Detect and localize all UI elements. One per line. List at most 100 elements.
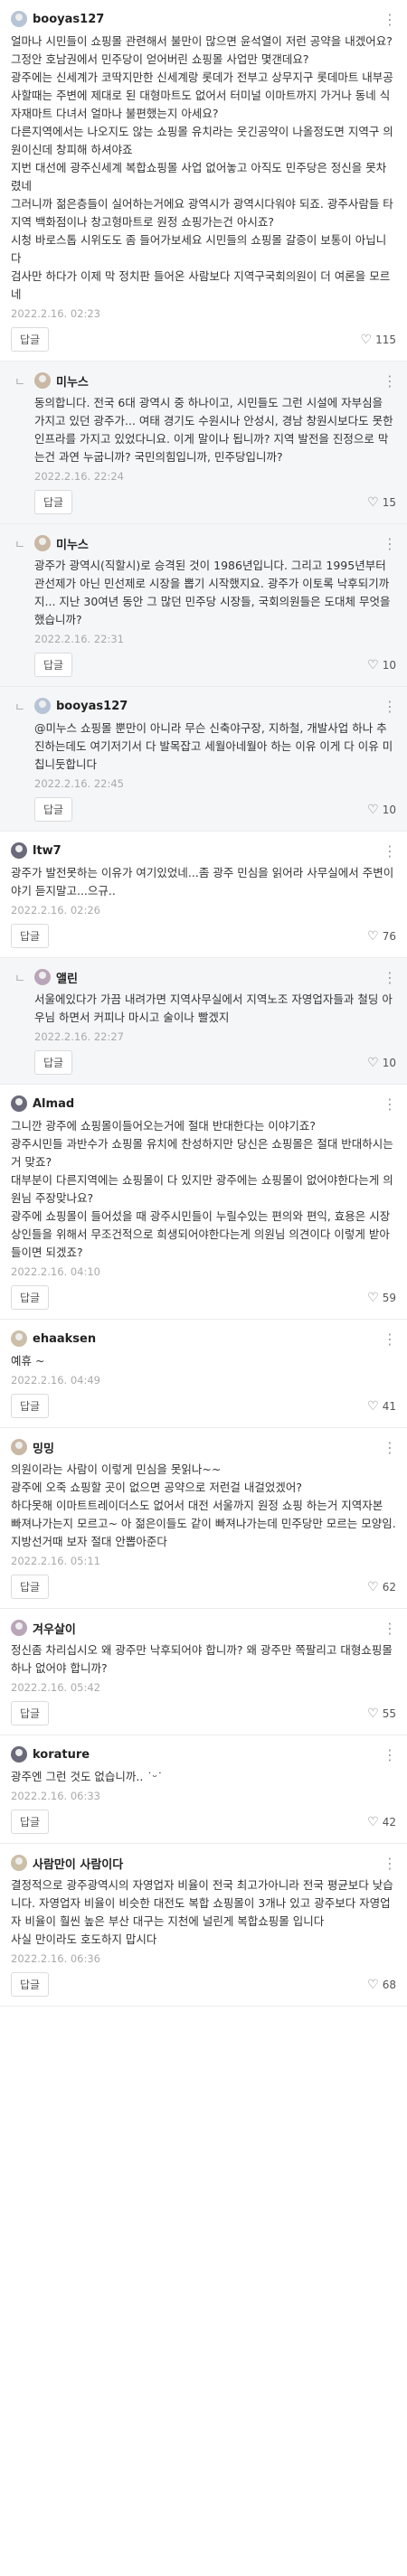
comment-text: 정신좀 차리십시오 왜 광주만 낙후되어야 합니까? 왜 광주만 쪽팔리고 대형…: [11, 1643, 396, 1675]
heart-icon: ♡: [367, 928, 379, 944]
reply-button[interactable]: 답글: [34, 490, 73, 514]
comment-date: 2022.2.16. 04:49: [11, 1374, 100, 1387]
comment-text: 얼마나 시민들이 쇼핑몰 관련해서 불만이 많으면 윤석열이 저런 공약을 내겠…: [11, 34, 393, 301]
more-options-icon[interactable]: ⋮: [378, 535, 397, 552]
comment-header: 미누스 ⋮: [34, 533, 397, 553]
more-options-icon[interactable]: ⋮: [378, 969, 397, 986]
comment-header: ehaaksen ⋮: [11, 1329, 397, 1349]
like-count: 62: [382, 1580, 396, 1594]
heart-icon: ♡: [367, 1814, 379, 1829]
avatar[interactable]: [11, 1095, 27, 1112]
avatar[interactable]: [11, 11, 27, 27]
more-options-icon[interactable]: ⋮: [378, 1439, 397, 1456]
comment-date: 2022.2.16. 06:36: [11, 1952, 100, 1965]
comment-footer: 답글 ♡ 10: [34, 653, 396, 677]
like-count: 76: [382, 929, 396, 943]
avatar[interactable]: [11, 1330, 27, 1347]
comment-footer: 답글 ♡ 62: [11, 1575, 396, 1599]
like-count: 59: [382, 1291, 396, 1304]
reply-button[interactable]: 답글: [11, 1285, 50, 1310]
like-count: 10: [382, 658, 396, 672]
like-button[interactable]: ♡ 15: [367, 495, 396, 510]
avatar[interactable]: [34, 372, 51, 389]
comment-date: 2022.2.16. 05:42: [11, 1681, 100, 1694]
comment-text: 의원이라는 사람이 이렇게 민심을 못읽나~~ 광주에 오죽 쇼핑할 곳이 없으…: [11, 1462, 396, 1548]
comment-footer: 답글 ♡ 41: [11, 1394, 396, 1418]
like-button[interactable]: ♡ 41: [367, 1399, 396, 1414]
author-nickname[interactable]: ehaaksen: [33, 1332, 378, 1346]
like-button[interactable]: ♡ 42: [367, 1815, 396, 1829]
like-button[interactable]: ♡ 76: [367, 929, 396, 944]
more-options-icon[interactable]: ⋮: [378, 1330, 397, 1348]
comment-date: 2022.2.16. 02:26: [11, 904, 100, 917]
reply-button[interactable]: 답글: [34, 797, 73, 822]
comment-date: 2022.2.16. 22:24: [34, 470, 124, 483]
reply-button[interactable]: 답글: [11, 924, 50, 948]
more-options-icon[interactable]: ⋮: [378, 1095, 397, 1113]
like-count: 10: [382, 803, 396, 816]
comment-footer: 답글 ♡ 55: [11, 1701, 396, 1725]
author-nickname[interactable]: 앨린: [56, 969, 378, 986]
avatar[interactable]: [34, 535, 51, 551]
reply-button[interactable]: 답글: [34, 1050, 73, 1075]
comment-header: 겨우살이 ⋮: [11, 1618, 397, 1638]
reply-button[interactable]: 답글: [11, 1394, 50, 1418]
reply-button[interactable]: 답글: [34, 653, 73, 677]
comment-footer: 답글 ♡ 76: [11, 924, 396, 948]
author-nickname[interactable]: booyas127: [33, 13, 378, 26]
comment-date: 2022.2.16. 06:33: [11, 1790, 100, 1802]
avatar[interactable]: [34, 969, 51, 985]
author-nickname[interactable]: 미누스: [56, 535, 378, 552]
reply-button[interactable]: 답글: [11, 1810, 50, 1834]
comment-header: Almad ⋮: [11, 1094, 397, 1114]
comment-text: 서울에있다가 가끔 내려가면 지역사무실에서 지역노조 자영업자들과 철딩 아우…: [34, 992, 393, 1024]
author-nickname[interactable]: ltw7: [33, 844, 378, 858]
more-options-icon[interactable]: ⋮: [378, 842, 397, 860]
more-options-icon[interactable]: ⋮: [378, 1855, 397, 1872]
avatar[interactable]: [11, 1855, 27, 1871]
comment-text: 동의합니다. 전국 6대 광역시 중 하나이고, 시민들도 그런 시설에 자부심…: [34, 396, 397, 464]
reply-button[interactable]: 답글: [11, 327, 50, 352]
comment-header: 사람만이 사람이다 ⋮: [11, 1853, 397, 1873]
avatar[interactable]: [11, 1439, 27, 1455]
heart-icon: ♡: [360, 332, 373, 347]
author-nickname[interactable]: korature: [33, 1748, 378, 1762]
like-button[interactable]: ♡ 115: [361, 333, 396, 347]
more-options-icon[interactable]: ⋮: [378, 11, 397, 28]
comment-footer: 답글 ♡ 15: [34, 490, 396, 514]
like-button[interactable]: ♡ 10: [367, 1056, 396, 1070]
like-count: 15: [382, 495, 396, 509]
author-nickname[interactable]: 사람만이 사람이다: [33, 1855, 378, 1872]
author-nickname[interactable]: Almad: [33, 1097, 378, 1111]
comment-footer: 답글 ♡ 10: [34, 797, 396, 822]
more-options-icon[interactable]: ⋮: [378, 1746, 397, 1763]
like-button[interactable]: ♡ 59: [367, 1291, 396, 1305]
comment-date: 2022.2.16. 05:11: [11, 1555, 100, 1567]
comment-text: 광주엔 그런 것도 없습니까.. ˙ᵕ˙: [11, 1770, 164, 1783]
like-button[interactable]: ♡ 68: [367, 1978, 396, 1992]
reply-button[interactable]: 답글: [11, 1972, 50, 1997]
more-options-icon[interactable]: ⋮: [378, 698, 397, 715]
author-nickname[interactable]: 밍밍: [33, 1439, 378, 1456]
author-nickname[interactable]: booyas127: [56, 700, 378, 713]
reply-button[interactable]: 답글: [11, 1701, 50, 1725]
comment-text: 광주가 광역시(직할시)로 승격된 것이 1986년입니다. 그리고 1995년…: [34, 559, 394, 626]
author-nickname[interactable]: 겨우살이: [33, 1620, 378, 1637]
like-button[interactable]: ♡ 10: [367, 658, 396, 672]
heart-icon: ♡: [367, 657, 379, 672]
like-button[interactable]: ♡ 55: [367, 1706, 396, 1721]
avatar[interactable]: [11, 1746, 27, 1763]
author-nickname[interactable]: 미누스: [56, 372, 378, 390]
like-button[interactable]: ♡ 62: [367, 1580, 396, 1594]
comment-text: 광주가 발전못하는 이유가 여기있었네...좀 광주 민심을 읽어라 사무실에서…: [11, 866, 394, 898]
comment-item: korature ⋮ 광주엔 그런 것도 없습니까.. ˙ᵕ˙ 2022.2.1…: [0, 1735, 407, 1844]
reply-button[interactable]: 답글: [11, 1575, 50, 1599]
reply-comment-item: 미누스 ⋮ 광주가 광역시(직할시)로 승격된 것이 1986년입니다. 그리고…: [0, 524, 407, 687]
avatar[interactable]: [11, 1620, 27, 1636]
avatar[interactable]: [34, 698, 51, 714]
more-options-icon[interactable]: ⋮: [378, 1620, 397, 1637]
more-options-icon[interactable]: ⋮: [378, 372, 397, 390]
avatar[interactable]: [11, 842, 27, 859]
like-count: 115: [375, 333, 396, 346]
like-button[interactable]: ♡ 10: [367, 803, 396, 817]
